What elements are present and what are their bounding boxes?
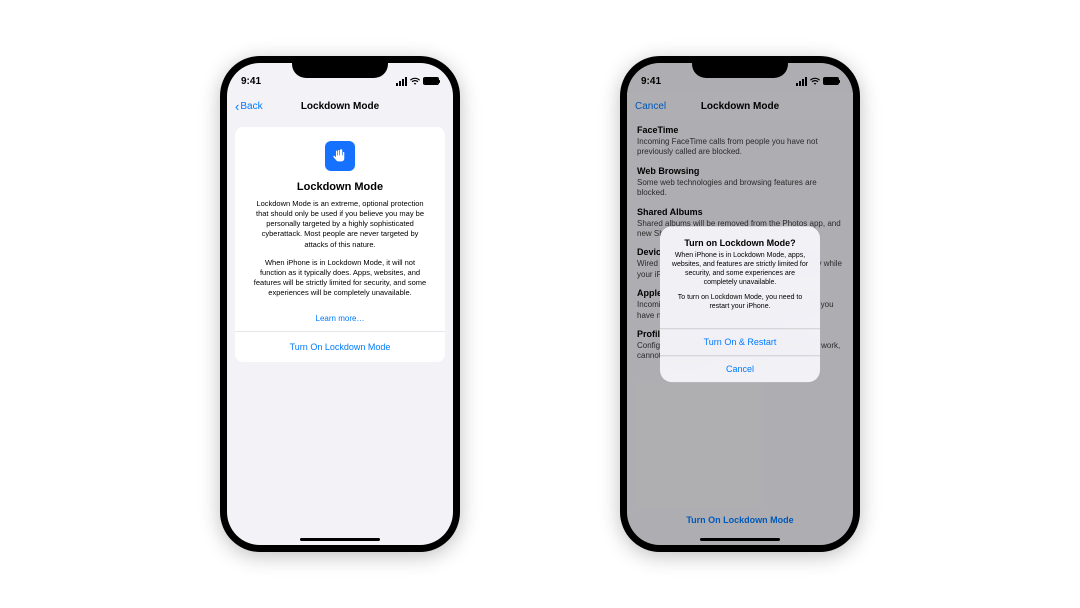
home-indicator[interactable] [300, 538, 380, 541]
signal-icon [396, 77, 407, 86]
alert-message-1: When iPhone is in Lockdown Mode, apps, w… [670, 251, 810, 287]
alert-message-2: To turn on Lockdown Mode, you need to re… [670, 294, 810, 312]
back-label: Back [240, 101, 262, 112]
screen-1: 9:41 ‹ Back Lockdown Mode Lockdown Mode … [227, 63, 453, 545]
content: Lockdown Mode Lockdown Mode is an extrem… [227, 119, 453, 370]
hand-icon [325, 141, 355, 171]
card-paragraph-1: Lockdown Mode is an extreme, optional pr… [247, 199, 433, 250]
turn-on-button[interactable]: Turn On Lockdown Mode [247, 332, 433, 362]
battery-icon [423, 77, 439, 85]
alert-confirm-button[interactable]: Turn On & Restart [660, 328, 820, 355]
notch [292, 56, 388, 78]
alert-content: Turn on Lockdown Mode? When iPhone is in… [660, 226, 820, 328]
back-button[interactable]: ‹ Back [235, 93, 263, 119]
status-right [396, 76, 439, 86]
card-paragraph-2: When iPhone is in Lockdown Mode, it will… [247, 258, 433, 299]
phone-1: 9:41 ‹ Back Lockdown Mode Lockdown Mode … [220, 56, 460, 552]
wifi-icon [410, 76, 420, 86]
page-title: Lockdown Mode [301, 101, 379, 112]
confirm-alert: Turn on Lockdown Mode? When iPhone is in… [660, 226, 820, 382]
chevron-left-icon: ‹ [235, 100, 239, 113]
phone-2: 9:41 Cancel Lockdown Mode FaceTime Incom… [620, 56, 860, 552]
alert-title: Turn on Lockdown Mode? [670, 238, 810, 248]
card-title: Lockdown Mode [247, 181, 433, 193]
status-time: 9:41 [241, 76, 261, 87]
learn-more-link[interactable]: Learn more… [247, 306, 433, 331]
alert-cancel-button[interactable]: Cancel [660, 355, 820, 382]
nav-bar: ‹ Back Lockdown Mode [227, 93, 453, 119]
notch [692, 56, 788, 78]
lockdown-card: Lockdown Mode Lockdown Mode is an extrem… [235, 127, 445, 362]
screen-2: 9:41 Cancel Lockdown Mode FaceTime Incom… [627, 63, 853, 545]
